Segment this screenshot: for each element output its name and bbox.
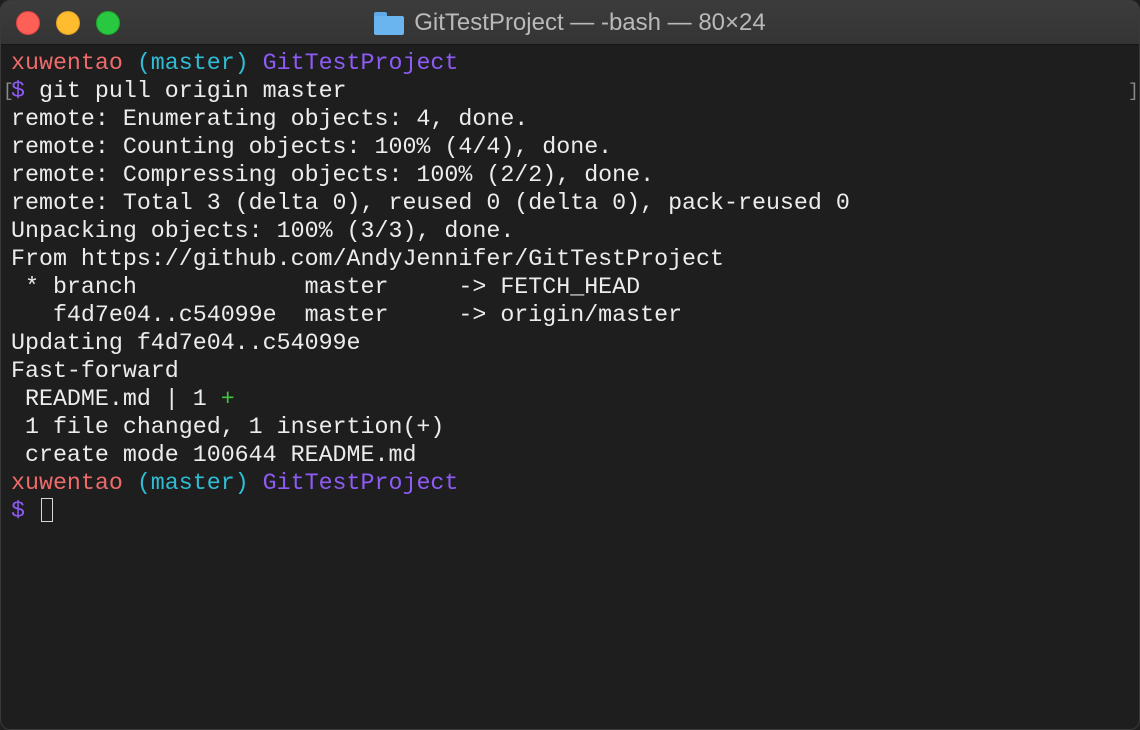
terminal-window: GitTestProject — -bash — 80×24 xuwentao … bbox=[0, 0, 1140, 730]
diffstat-plus: + bbox=[220, 386, 235, 412]
prompt-symbol: $ bbox=[11, 498, 25, 524]
folder-icon bbox=[374, 11, 405, 35]
prompt-directory: GitTestProject bbox=[262, 470, 459, 496]
title-bar[interactable]: GitTestProject — -bash — 80×24 bbox=[1, 1, 1139, 45]
diffstat-file: README.md | 1 bbox=[11, 386, 221, 412]
prompt-branch: (master) bbox=[136, 50, 249, 76]
command-line: [$ git pull origin master] bbox=[3, 77, 1139, 105]
output-line: f4d7e04..c54099e master -> origin/master bbox=[11, 302, 683, 328]
output-line: remote: Total 3 (delta 0), reused 0 (del… bbox=[11, 190, 850, 216]
output-line: remote: Compressing objects: 100% (2/2),… bbox=[11, 162, 655, 188]
input-line[interactable]: $ bbox=[11, 497, 1139, 525]
prompt-user: xuwentao bbox=[11, 470, 123, 496]
window-title: GitTestProject — -bash — 80×24 bbox=[1, 1, 1139, 45]
output-line: remote: Counting objects: 100% (4/4), do… bbox=[11, 134, 613, 160]
prompt-user: xuwentao bbox=[11, 50, 123, 76]
output-line: remote: Enumerating objects: 4, done. bbox=[11, 106, 529, 132]
output-line: create mode 100644 README.md bbox=[11, 442, 417, 468]
window-title-text: GitTestProject — -bash — 80×24 bbox=[414, 9, 766, 36]
diffstat-line: README.md | 1 + bbox=[11, 385, 1139, 413]
text-cursor bbox=[40, 498, 53, 522]
output-line: Fast-forward bbox=[11, 358, 179, 384]
output-line: Updating f4d7e04..c54099e bbox=[11, 330, 361, 356]
mark-left-bracket: [ bbox=[3, 82, 14, 102]
terminal-content[interactable]: xuwentao (master) GitTestProject [$ git … bbox=[1, 45, 1139, 729]
prompt-line: xuwentao (master) GitTestProject bbox=[11, 49, 1139, 77]
prompt-branch: (master) bbox=[136, 470, 249, 496]
command-text: git pull origin master bbox=[38, 78, 347, 104]
output-line: Unpacking objects: 100% (3/3), done. bbox=[11, 218, 515, 244]
prompt-directory: GitTestProject bbox=[262, 50, 459, 76]
prompt-line: xuwentao (master) GitTestProject bbox=[11, 469, 1139, 497]
output-line: 1 file changed, 1 insertion(+) bbox=[11, 414, 445, 440]
output-line: * branch master -> FETCH_HEAD bbox=[11, 274, 641, 300]
output-line: From https://github.com/AndyJennifer/Git… bbox=[11, 246, 725, 272]
mark-right-bracket: ] bbox=[1128, 82, 1139, 102]
